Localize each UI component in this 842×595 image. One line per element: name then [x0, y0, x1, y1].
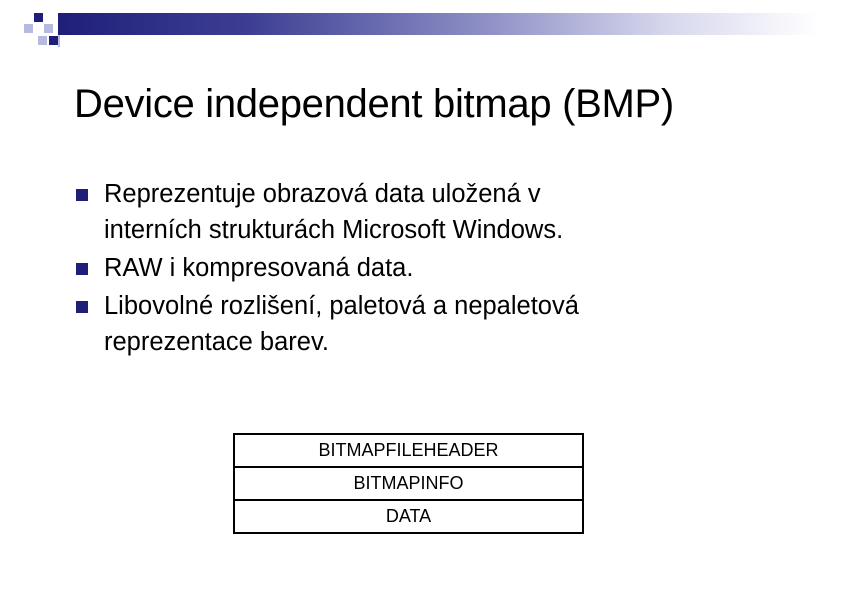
bullet-text: reprezentace barev. — [104, 328, 329, 356]
bmp-structure-table: BITMAPFILEHEADER BITMAPINFO DATA — [233, 433, 584, 534]
square-bullet-icon — [76, 189, 88, 201]
square-icon — [38, 36, 47, 45]
square-icon — [24, 24, 33, 33]
list-item: Reprezentuje obrazová data uložená v int… — [74, 176, 794, 248]
square-icon — [34, 13, 43, 22]
list-item: RAW i kompresovaná data. — [74, 250, 794, 286]
square-bullet-icon — [76, 301, 88, 313]
header-gradient-bar — [58, 13, 818, 35]
table-row: DATA — [233, 499, 584, 534]
bullet-text: Reprezentuje obrazová data uložená v — [104, 180, 541, 208]
page-title: Device independent bitmap (BMP) — [74, 82, 674, 126]
bullet-text: Libovolné rozlišení, paletová a nepaleto… — [104, 292, 579, 320]
table-row: BITMAPFILEHEADER — [233, 433, 584, 468]
bullet-text: interních strukturách Microsoft Windows. — [104, 216, 564, 244]
header-divider — [58, 35, 60, 47]
square-icon — [44, 24, 53, 33]
bullet-list: Reprezentuje obrazová data uložená v int… — [74, 176, 794, 362]
table-cell: DATA — [233, 499, 584, 534]
slide: Device independent bitmap (BMP) Reprezen… — [0, 0, 842, 595]
table-cell: BITMAPINFO — [233, 466, 584, 501]
square-icon — [49, 36, 58, 45]
table-row: BITMAPINFO — [233, 466, 584, 501]
table-cell: BITMAPFILEHEADER — [233, 433, 584, 468]
bullet-text: RAW i kompresovaná data. — [104, 254, 414, 282]
square-bullet-icon — [76, 263, 88, 275]
list-item: Libovolné rozlišení, paletová a nepaleto… — [74, 288, 794, 360]
